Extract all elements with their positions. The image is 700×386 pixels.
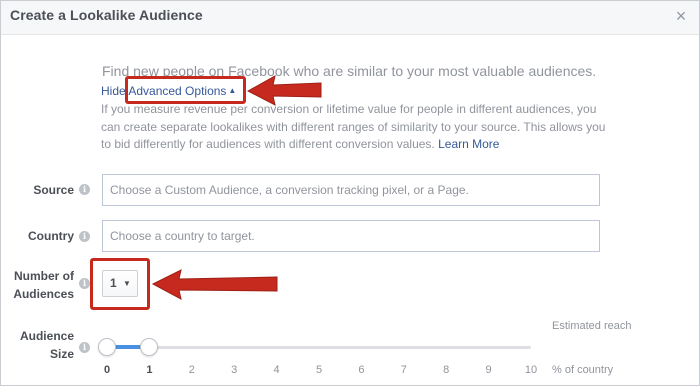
- advanced-options-arrow-shape: [246, 75, 322, 106]
- close-icon[interactable]: ×: [673, 6, 689, 26]
- audience-size-label-line1: Audience: [19, 329, 74, 343]
- number-of-audiences-arrow: [151, 269, 278, 300]
- hide-advanced-options-link[interactable]: Hide Advanced Options ▲: [101, 84, 236, 98]
- number-of-audiences-info-icon[interactable]: i: [79, 278, 90, 289]
- number-of-audiences-label-line1: Number of: [14, 269, 74, 283]
- advanced-description-text: If you measure revenue per conversion or…: [101, 102, 606, 151]
- slider-tick-label: 0: [103, 364, 111, 376]
- lookalike-dialog: Create a Lookalike Audience × Find new p…: [0, 0, 700, 386]
- dialog-title: Create a Lookalike Audience: [10, 7, 203, 23]
- hide-advanced-options-label: Hide Advanced Options: [101, 84, 227, 98]
- slider-tick-label: 3: [231, 364, 238, 376]
- number-of-audiences-label: Number of Audiences: [9, 267, 74, 303]
- slider-start-handle[interactable]: [98, 338, 116, 356]
- learn-more-link[interactable]: Learn More: [438, 137, 499, 151]
- country-label: Country: [28, 229, 74, 243]
- country-info-icon[interactable]: i: [79, 231, 90, 242]
- audience-size-label: Audience Size: [9, 327, 74, 363]
- slider-tick-label: 6: [358, 364, 365, 376]
- source-input[interactable]: Choose a Custom Audience, a conversion t…: [102, 174, 600, 206]
- number-of-audiences-label-line2: Audiences: [13, 287, 74, 301]
- slider-tick-label: 8: [443, 364, 450, 376]
- slider-tick-label: 7: [400, 364, 407, 376]
- audience-size-info-icon[interactable]: i: [79, 342, 90, 353]
- slider-end-handle[interactable]: [140, 338, 158, 356]
- audience-size-slider-track[interactable]: [107, 346, 531, 349]
- slider-tick-label: 5: [315, 364, 323, 376]
- percent-of-country-label: % of country: [552, 364, 614, 376]
- estimated-reach-label: Estimated reach: [552, 320, 632, 332]
- caret-up-icon: ▲: [228, 86, 237, 95]
- number-of-audiences-select[interactable]: 1 ▼: [102, 270, 138, 297]
- source-label: Source: [33, 183, 74, 197]
- advanced-options-arrow: [246, 75, 322, 106]
- number-of-audiences-arrow-shape: [151, 269, 278, 300]
- audience-size-label-line2: Size: [49, 347, 74, 361]
- source-info-icon[interactable]: i: [79, 184, 90, 195]
- slider-tick-label: 10: [524, 364, 538, 376]
- dialog-header: Create a Lookalike Audience ×: [1, 1, 699, 35]
- slider-tick-label: 1: [146, 364, 153, 376]
- slider-tick-label: 9: [485, 364, 492, 376]
- slider-tick-label: 4: [273, 364, 280, 376]
- country-input[interactable]: Choose a country to target.: [102, 220, 600, 252]
- chevron-down-icon: ▼: [123, 279, 131, 288]
- number-of-audiences-value: 1: [110, 276, 117, 290]
- intro-text: Find new people on Facebook who are simi…: [102, 63, 597, 79]
- advanced-description: If you measure revenue per conversion or…: [101, 101, 611, 154]
- slider-tick-label: 2: [188, 364, 195, 376]
